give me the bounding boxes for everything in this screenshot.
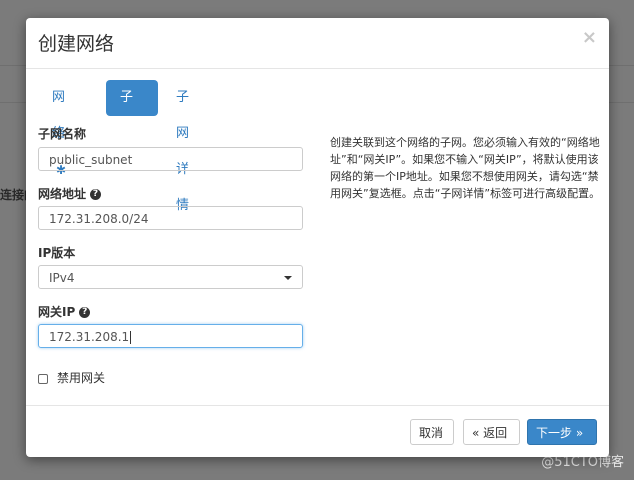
cancel-button[interactable]: 取消 [410, 419, 454, 445]
text-caret [130, 331, 132, 344]
help-icon[interactable]: ? [79, 307, 91, 318]
chevron-down-icon [284, 276, 292, 280]
tab-subnet[interactable]: 子网 [106, 80, 158, 141]
modal-footer: 取消 « 返回 下一步 » [26, 405, 609, 457]
subnet-name-label: 子网名称 [38, 127, 87, 141]
next-button[interactable]: 下一步 » [527, 419, 597, 445]
modal-header: 创建网络 × [26, 18, 609, 69]
checkbox-icon[interactable] [38, 373, 48, 384]
disable-gateway-label: 禁用网关 [57, 371, 106, 385]
gateway-ip-input[interactable]: 172.31.208.1 [38, 324, 303, 348]
network-address-label-text: 网络地址 [38, 187, 87, 201]
close-icon[interactable]: × [582, 27, 597, 48]
network-address-label: 网络地址? [38, 185, 102, 202]
tab-subnet-details[interactable]: 子网详情 [162, 80, 203, 213]
gateway-ip-value: 172.31.208.1 [49, 330, 130, 344]
subnet-name-input[interactable]: public_subnet [38, 147, 303, 171]
network-address-input[interactable]: 172.31.208.0/24 [38, 206, 303, 230]
help-description: 创建关联到这个网络的子网。您必须输入有效的“网络地址”和“网关IP”。如果您不输… [330, 136, 601, 200]
modal-title: 创建网络 [38, 33, 115, 55]
ip-version-label: IP版本 [38, 246, 76, 260]
back-button[interactable]: « 返回 [463, 419, 520, 445]
disable-gateway-option[interactable]: 禁用网关 [38, 369, 105, 386]
help-icon[interactable]: ? [90, 189, 102, 200]
ip-version-value: IPv4 [49, 271, 75, 285]
gateway-ip-label: 网关IP? [38, 303, 91, 320]
ip-version-select[interactable]: IPv4 [38, 265, 303, 289]
gateway-ip-label-text: 网关IP [38, 305, 76, 319]
tab-network[interactable]: 网络✱ [38, 80, 80, 177]
create-network-modal: 创建网络 × 网络✱ 子网 子网详情 子网名称 public_subnet 网络… [26, 18, 609, 457]
